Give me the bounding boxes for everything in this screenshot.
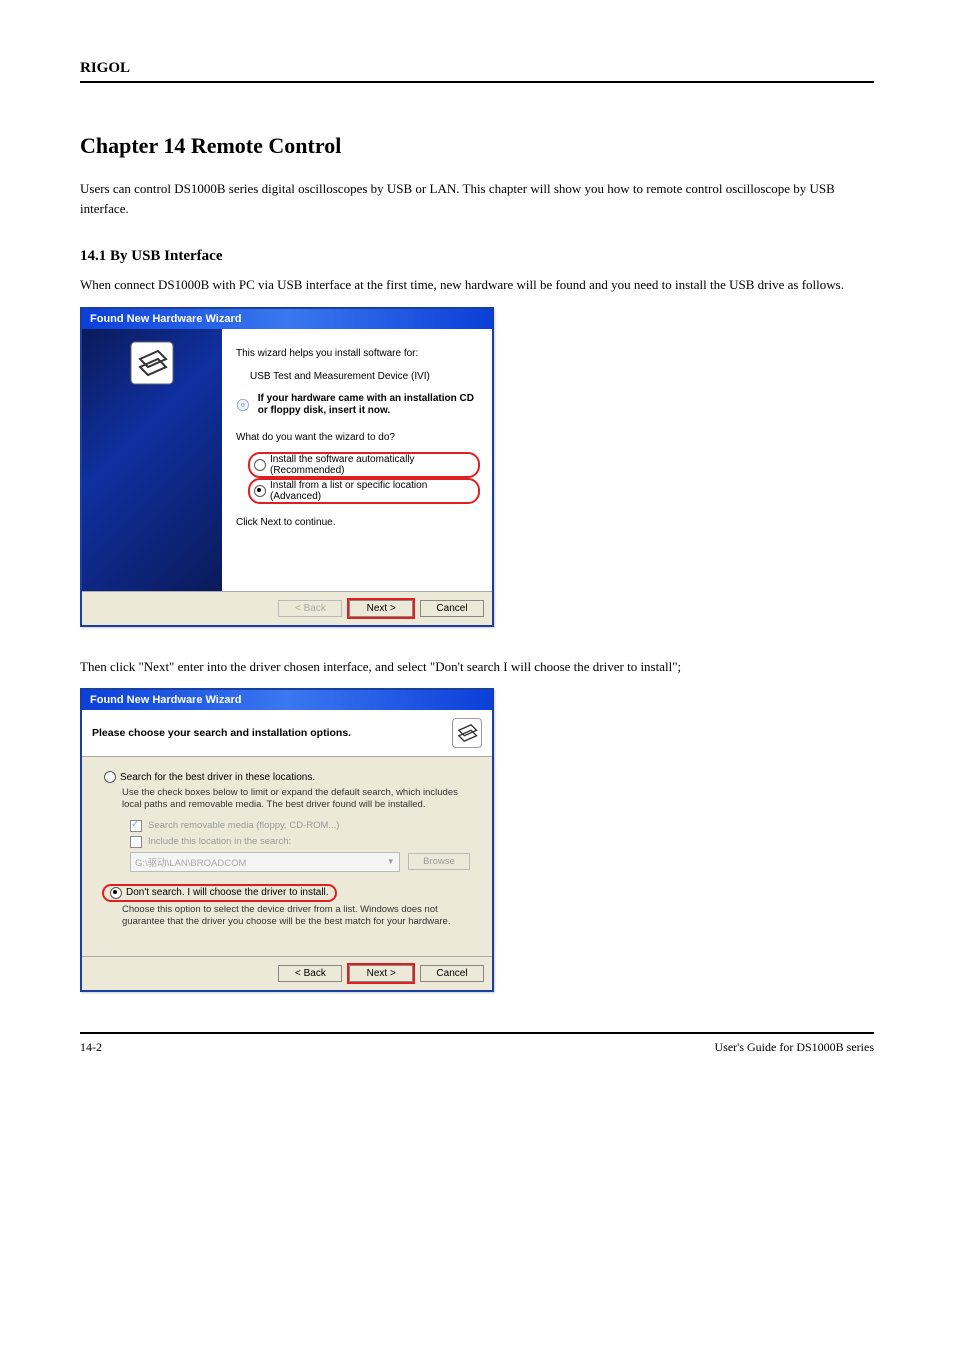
path-value: G:\驱动\LAN\BROADCOM bbox=[135, 855, 246, 869]
wizard1-continue: Click Next to continue. bbox=[236, 516, 478, 529]
wizard1-titlebar: Found New Hardware Wizard bbox=[82, 309, 492, 329]
cd-icon bbox=[236, 394, 250, 416]
wizard1-question: What do you want the wizard to do? bbox=[236, 431, 478, 444]
wizard2-chk-include: Include this location in the search: bbox=[130, 836, 470, 848]
opt-list-label: Install from a list or specific location… bbox=[270, 480, 474, 502]
chk-include-label: Include this location in the search: bbox=[148, 836, 291, 847]
wizard1-opt-list[interactable]: Install from a list or specific location… bbox=[250, 480, 478, 502]
opt-nosearch-label: Don't search. I will choose the driver t… bbox=[126, 887, 329, 898]
chevron-down-icon: ▾ bbox=[388, 856, 393, 867]
wizard2-opt-search[interactable]: Search for the best driver in these loca… bbox=[104, 771, 470, 783]
screenshot-2: Found New Hardware Wizard Please choose … bbox=[80, 688, 874, 992]
radio-icon bbox=[104, 771, 116, 783]
page-number: 14-2 bbox=[80, 1040, 102, 1055]
radio-icon bbox=[254, 459, 266, 471]
section-p2: Then click "Next" enter into the driver … bbox=[80, 657, 874, 677]
section-p1: When connect DS1000B with PC via USB int… bbox=[80, 275, 874, 295]
checkbox-icon bbox=[130, 820, 142, 832]
wizard2-heading: Please choose your search and installati… bbox=[92, 727, 351, 739]
footer-right: User's Guide for DS1000B series bbox=[715, 1040, 874, 1055]
wizard2-nosearch-desc: Choose this option to select the device … bbox=[122, 904, 470, 929]
screenshot-1: Found New Hardware Wizard This wizard he… bbox=[80, 307, 874, 627]
device-icon bbox=[130, 341, 174, 385]
wizard1-cd-text: If your hardware came with an installati… bbox=[258, 393, 478, 417]
wizard1-sidebar-graphic bbox=[82, 329, 222, 591]
wizard1-back-button: < Back bbox=[278, 600, 342, 617]
opt-search-label: Search for the best driver in these loca… bbox=[120, 772, 315, 783]
wizard2-titlebar: Found New Hardware Wizard bbox=[82, 690, 492, 710]
chapter-title: Chapter 14 Remote Control bbox=[80, 133, 874, 159]
chk-media-label: Search removable media (floppy, CD-ROM..… bbox=[148, 820, 339, 831]
wizard1-device: USB Test and Measurement Device (IVI) bbox=[250, 370, 478, 383]
wizard2-back-button[interactable]: < Back bbox=[278, 965, 342, 982]
doc-brand: RIGOL bbox=[80, 60, 874, 83]
wizard2-chk-media: Search removable media (floppy, CD-ROM..… bbox=[130, 820, 470, 832]
checkbox-icon bbox=[130, 836, 142, 848]
wizard2-next-button[interactable]: Next > bbox=[349, 965, 413, 982]
wizard1-opt-auto[interactable]: Install the software automatically (Reco… bbox=[250, 454, 478, 476]
browse-button: Browse bbox=[408, 853, 470, 870]
intro-text: Users can control DS1000B series digital… bbox=[80, 179, 874, 218]
radio-icon bbox=[254, 485, 266, 497]
path-dropdown: G:\驱动\LAN\BROADCOM ▾ bbox=[130, 852, 400, 872]
wizard2-cancel-button[interactable]: Cancel bbox=[420, 965, 484, 982]
wizard2-search-desc: Use the check boxes below to limit or ex… bbox=[122, 787, 470, 812]
wizard2-opt-nosearch[interactable]: Don't search. I will choose the driver t… bbox=[104, 886, 335, 900]
device-icon bbox=[452, 718, 482, 748]
wizard1-next-button[interactable]: Next > bbox=[349, 600, 413, 617]
wizard1-cancel-button[interactable]: Cancel bbox=[420, 600, 484, 617]
opt-auto-label: Install the software automatically (Reco… bbox=[270, 454, 474, 476]
wizard1-intro: This wizard helps you install software f… bbox=[236, 347, 478, 360]
section-heading: 14.1 By USB Interface bbox=[80, 248, 874, 265]
page-footer: 14-2 User's Guide for DS1000B series bbox=[80, 1032, 874, 1055]
radio-icon bbox=[110, 887, 122, 899]
